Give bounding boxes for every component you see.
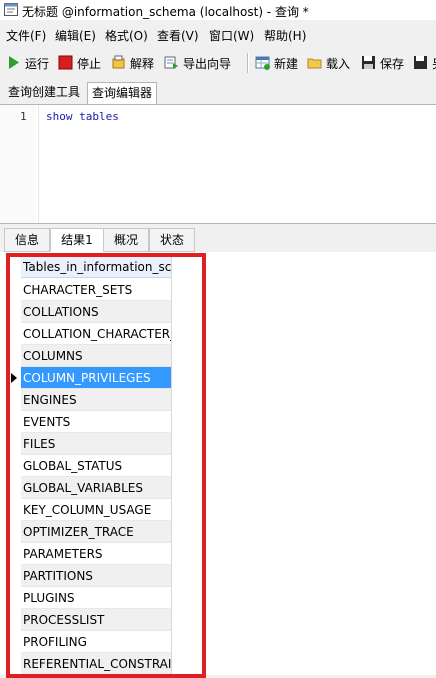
save-disk-icon — [362, 56, 375, 69]
query-window-icon — [4, 3, 18, 16]
tab-status[interactable]: 状态 — [149, 228, 195, 252]
export-icon — [164, 56, 178, 69]
gutter-divider — [38, 105, 39, 223]
menu-window[interactable]: 窗口(W) — [209, 27, 254, 44]
menu-file[interactable]: 文件(F) — [6, 27, 46, 44]
tab-profile[interactable]: 概况 — [103, 228, 149, 252]
window-title: 无标题 @information_schema (localhost) - 查询… — [22, 5, 309, 19]
query-tabs: 查询创建工具 查询编辑器 — [0, 80, 436, 104]
sql-editor[interactable]: 1 show tables — [0, 104, 436, 224]
save-as-disk-icon — [414, 56, 427, 69]
title-bar: 无标题 @information_schema (localhost) - 查询… — [0, 0, 436, 20]
menu-format[interactable]: 格式(O) — [105, 27, 148, 44]
tab-query-editor[interactable]: 查询编辑器 — [87, 82, 158, 104]
explain-icon — [112, 55, 125, 69]
line-number: 1 — [20, 110, 27, 123]
menu-bar: 文件(F) 编辑(E) 格式(O) 查看(V) 窗口(W) 帮助(H) — [0, 24, 436, 44]
tab-info[interactable]: 信息 — [4, 228, 50, 252]
result-tabs: 信息 结果1 概况 状态 — [0, 224, 436, 252]
toolbar-separator — [247, 53, 249, 73]
toolbar: 运行 停止 解释 导出向导 新建 载入 保存 — [0, 48, 436, 78]
menu-view[interactable]: 查看(V) — [157, 27, 199, 44]
menu-help[interactable]: 帮助(H) — [264, 27, 306, 44]
folder-icon — [307, 58, 322, 69]
highlight-box — [6, 253, 206, 678]
new-table-icon — [255, 56, 270, 70]
play-icon — [9, 56, 19, 69]
stop-icon — [58, 55, 73, 70]
tab-query-builder[interactable]: 查询创建工具 — [4, 82, 84, 103]
line-gutter — [0, 105, 36, 223]
tab-result-1[interactable]: 结果1 — [50, 228, 104, 252]
sql-text[interactable]: show tables — [46, 110, 119, 123]
menu-edit[interactable]: 编辑(E) — [55, 27, 96, 44]
